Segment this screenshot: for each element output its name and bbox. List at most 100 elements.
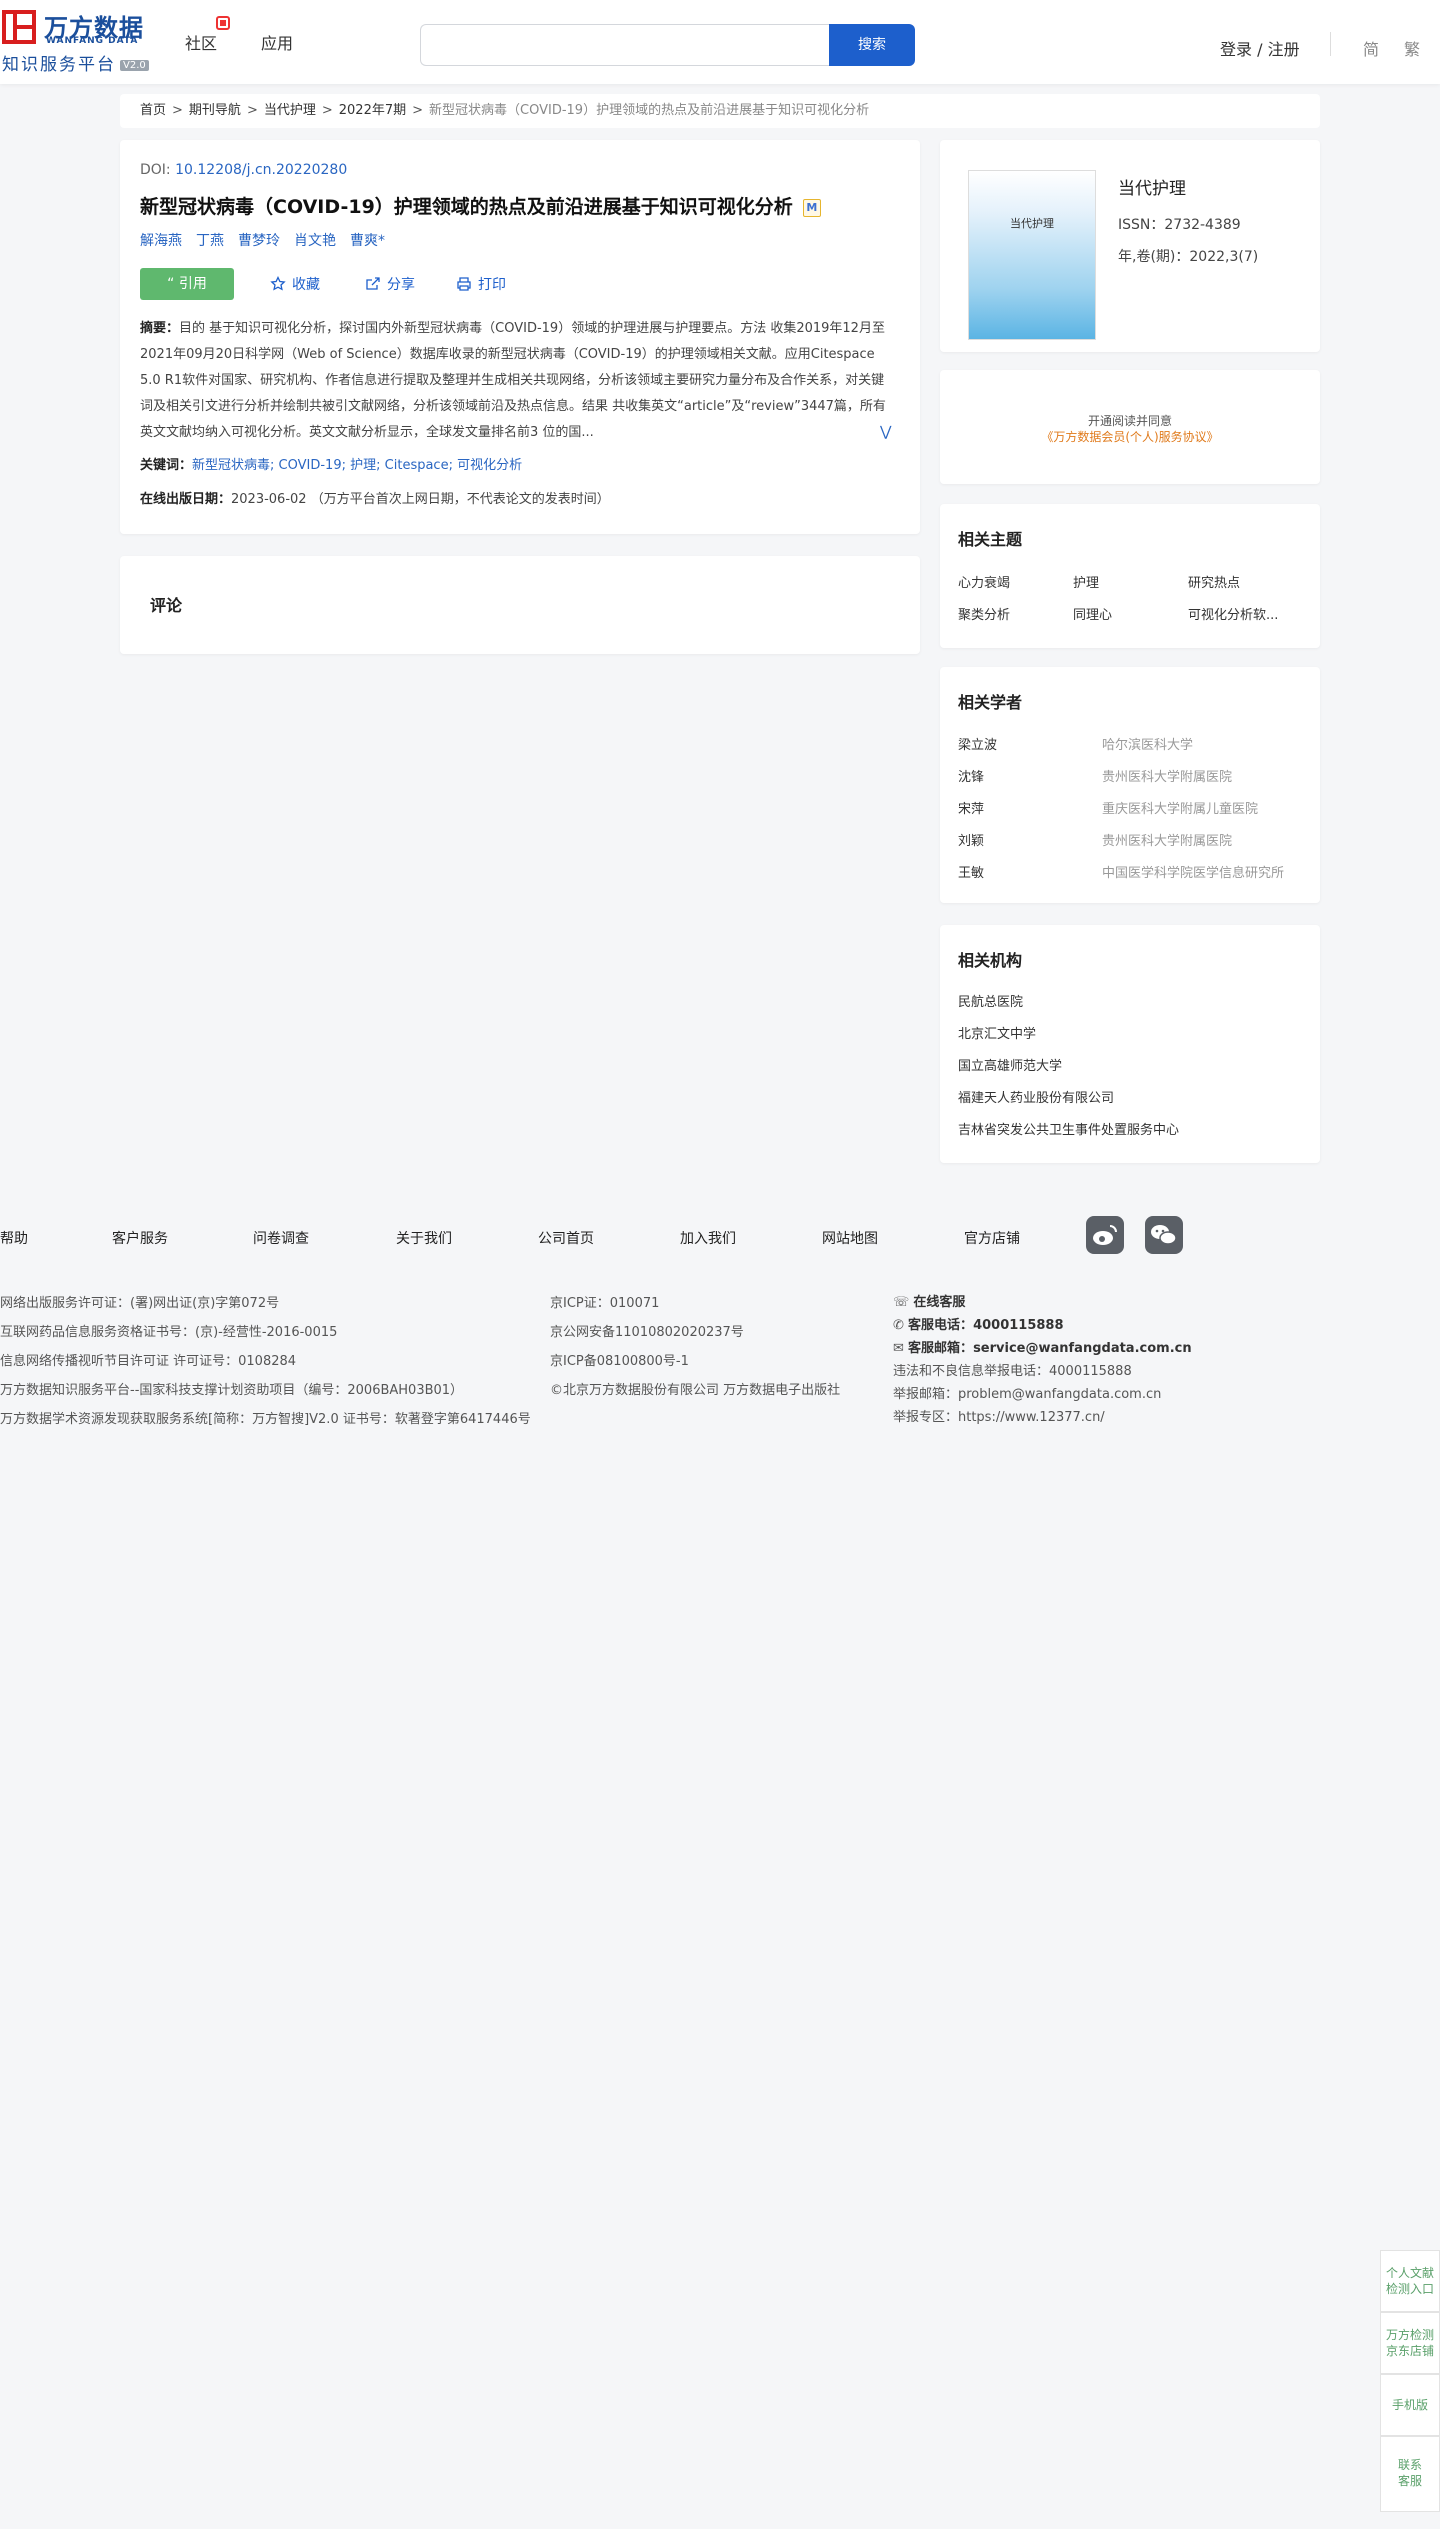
footer-icp[interactable]: 京公网安备11010802020237号 (550, 1321, 744, 1340)
topic-link[interactable]: 护理 (1073, 572, 1099, 591)
scholar-org[interactable]: 哈尔滨医科大学 (1102, 734, 1193, 753)
scholar-org[interactable]: 贵州医科大学附属医院 (1102, 830, 1232, 849)
scholar-org[interactable]: 中国医学科学院医学信息研究所 (1102, 862, 1284, 881)
footer-license: 万方数据知识服务平台--国家科技支撑计划资助项目（编号：2006BAH03B01… (0, 1383, 464, 1398)
institution-link[interactable]: 吉林省突发公共卫生事件处置服务中心 (958, 1119, 1179, 1138)
author-link[interactable]: 丁燕 (196, 233, 224, 249)
pubdate-value: 2023-06-02 (231, 492, 307, 507)
footer-report-zone[interactable]: 举报专区：https://www.12377.cn/ (893, 1406, 1105, 1425)
wanfang-logo[interactable]: 万方数据 WANFANG DATA 知识服务平台 V2.0 (0, 6, 160, 75)
share-icon (366, 277, 380, 290)
expand-abstract-icon[interactable]: ⋁ (880, 424, 891, 440)
footer-license: 网络出版服务许可证：(署)网出证(京)字第072号 (0, 1296, 280, 1311)
topic-link[interactable]: 心力衰竭 (958, 572, 1010, 591)
service-agreement-link[interactable]: 《万方数据会员(个人)服务协议》 (940, 428, 1320, 445)
top-header: 万方数据 WANFANG DATA 知识服务平台 V2.0 社区 应用 搜索 登录… (0, 0, 1440, 84)
m-badge-icon[interactable]: M (802, 199, 821, 217)
share-button[interactable]: 分享 (365, 274, 415, 294)
email-value[interactable]: service@wanfangdata.com.cn (973, 1341, 1192, 1356)
scholar-name[interactable]: 王敏 (958, 862, 984, 881)
footer-icp[interactable]: 京ICP证：010071 (550, 1292, 659, 1311)
topic-link[interactable]: 同理心 (1073, 604, 1112, 623)
author-link[interactable]: 解海燕 (140, 233, 182, 249)
breadcrumb-issue[interactable]: 2022年7期 (339, 103, 406, 118)
scholar-name[interactable]: 沈锋 (958, 766, 984, 785)
side-mobile[interactable]: 手机版 (1380, 2374, 1440, 2436)
keyword-link[interactable]: 护理 (350, 458, 376, 473)
topic-link[interactable]: 可视化分析软... (1188, 604, 1278, 623)
footer-online-service[interactable]: ☏ 在线客服 (893, 1291, 965, 1310)
side-contact-service[interactable]: 联系 客服 (1380, 2436, 1440, 2512)
institution-link[interactable]: 福建天人药业股份有限公司 (958, 1087, 1114, 1106)
journal-cover[interactable]: 当代护理 (968, 170, 1096, 340)
login-register-link[interactable]: 登录 / 注册 (1220, 36, 1300, 60)
footer-link-about[interactable]: 关于我们 (396, 1228, 452, 1248)
breadcrumb-separator: > (412, 103, 424, 118)
topic-link[interactable]: 研究热点 (1188, 572, 1240, 591)
breadcrumb-separator: > (321, 103, 333, 118)
journal-issn: ISSN：2732-4389 (1118, 217, 1241, 233)
side-jd-store[interactable]: 万方检测 京东店铺 (1380, 2312, 1440, 2374)
doi-label: DOI: (140, 162, 171, 178)
footer-link-join[interactable]: 加入我们 (680, 1228, 736, 1248)
comments-title: 评论 (150, 596, 183, 615)
doi-link[interactable]: 10.12208/j.cn.20220280 (175, 162, 347, 178)
keyword-link[interactable]: 新型冠状病毒 (192, 458, 270, 473)
footer-link-company[interactable]: 公司首页 (538, 1228, 594, 1248)
print-button[interactable]: 打印 (456, 274, 506, 294)
lang-simplified[interactable]: 简 (1363, 36, 1379, 60)
scholar-name[interactable]: 宋萍 (958, 798, 984, 817)
footer-license: 万方数据学术资源发现获取服务系统[简称：万方智搜]V2.0 证书号：软著登字第6… (0, 1412, 531, 1427)
author-list: 解海燕 丁燕 曹梦玲 肖文艳 曹爽* (140, 230, 399, 250)
headset-icon: ☏ (893, 1295, 910, 1310)
footer-link-sitemap[interactable]: 网站地图 (822, 1228, 878, 1248)
side-label: 个人文献 (1385, 2266, 1434, 2280)
lang-traditional[interactable]: 繁 (1404, 36, 1420, 60)
footer-link-survey[interactable]: 问卷调查 (253, 1228, 309, 1248)
institution-link[interactable]: 民航总医院 (958, 991, 1023, 1010)
logo-subtitle-text: 知识服务平台 (2, 55, 116, 75)
article-title-text: 新型冠状病毒（COVID-19）护理领域的热点及前沿进展基于知识可视化分析 (140, 196, 793, 218)
keyword-link[interactable]: COVID-19 (279, 458, 342, 473)
footer-email: ✉ 客服邮箱：service@wanfangdata.com.cn (893, 1337, 1192, 1356)
author-link[interactable]: 曹梦玲 (238, 233, 280, 249)
footer-link-store[interactable]: 官方店铺 (964, 1228, 1020, 1248)
breadcrumb-journal[interactable]: 当代护理 (264, 103, 316, 118)
nav-community[interactable]: 社区 (185, 30, 217, 54)
search-button[interactable]: 搜索 (829, 24, 915, 66)
cite-button[interactable]: “ 引用 (140, 268, 234, 300)
favorite-button[interactable]: 收藏 (270, 274, 320, 294)
footer-icp[interactable]: 京ICP备08100800号-1 (550, 1350, 689, 1369)
print-label: 打印 (478, 277, 506, 293)
keyword-link[interactable]: 可视化分析 (457, 458, 522, 473)
scholar-name[interactable]: 刘颖 (958, 830, 984, 849)
journal-name[interactable]: 当代护理 (1118, 174, 1186, 199)
author-link[interactable]: 曹爽* (350, 233, 385, 249)
mail-icon: ✉ (893, 1341, 904, 1356)
keywords-label: 关键词： (140, 458, 193, 473)
nav-apps[interactable]: 应用 (261, 30, 293, 54)
footer-link-help[interactable]: 帮助 (0, 1228, 28, 1248)
weibo-icon[interactable] (1086, 1216, 1124, 1254)
scholar-org[interactable]: 贵州医科大学附属医院 (1102, 766, 1232, 785)
breadcrumb: 首页 > 期刊导航 > 当代护理 >2022年7期 > 新型冠状病毒（COVID-19）护理领… (120, 94, 1320, 128)
logo-subtitle: 知识服务平台 V2.0 (2, 50, 149, 75)
wechat-icon[interactable] (1145, 1216, 1183, 1254)
breadcrumb-home[interactable]: 首页 (140, 103, 166, 118)
breadcrumb-journal-nav[interactable]: 期刊导航 (189, 103, 241, 118)
keyword-link[interactable]: Citespace (385, 458, 449, 473)
scholar-name[interactable]: 梁立波 (958, 734, 997, 753)
footer: 帮助 客户服务 问卷调查 关于我们 公司首页 加入我们 网站地图 官方店铺 网络… (0, 1180, 1440, 1440)
institution-link[interactable]: 北京汇文中学 (958, 1023, 1036, 1042)
favorite-label: 收藏 (292, 277, 320, 293)
footer-link-service[interactable]: 客户服务 (112, 1228, 168, 1248)
search-input[interactable] (420, 24, 830, 66)
side-detect-entry[interactable]: 个人文献 检测入口 (1380, 2250, 1440, 2312)
topic-link[interactable]: 聚类分析 (958, 604, 1010, 623)
author-link[interactable]: 肖文艳 (294, 233, 336, 249)
scholar-org[interactable]: 重庆医科大学附属儿童医院 (1102, 798, 1258, 817)
institution-link[interactable]: 国立高雄师范大学 (958, 1055, 1062, 1074)
header-divider (1330, 32, 1331, 56)
breadcrumb-separator: > (172, 103, 183, 118)
article-card: DOI: 10.12208/j.cn.20220280 新型冠状病毒（COVID… (120, 140, 920, 534)
